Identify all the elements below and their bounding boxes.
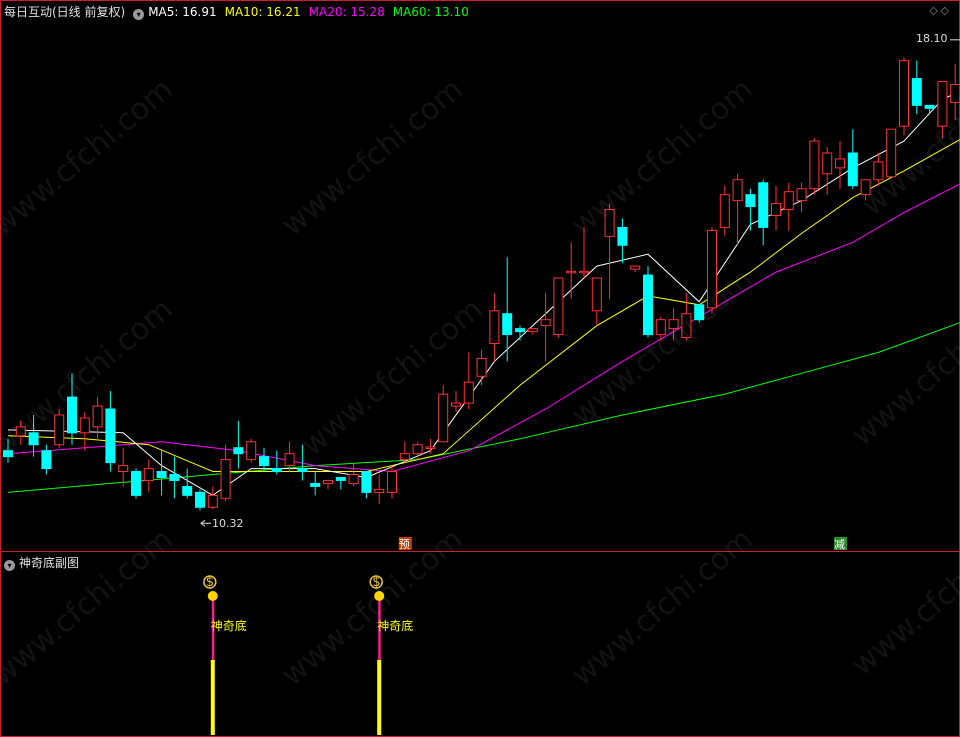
- signal-bar-yellow: [210, 660, 215, 735]
- signal-label: 神奇底: [377, 618, 413, 633]
- signal-label: 神奇底: [211, 618, 247, 633]
- signal-bar-yellow: [377, 660, 382, 735]
- coin-icon: [374, 591, 385, 601]
- sub-chart[interactable]: $神奇底$神奇底: [0, 0, 960, 737]
- coin-icon: [207, 591, 218, 601]
